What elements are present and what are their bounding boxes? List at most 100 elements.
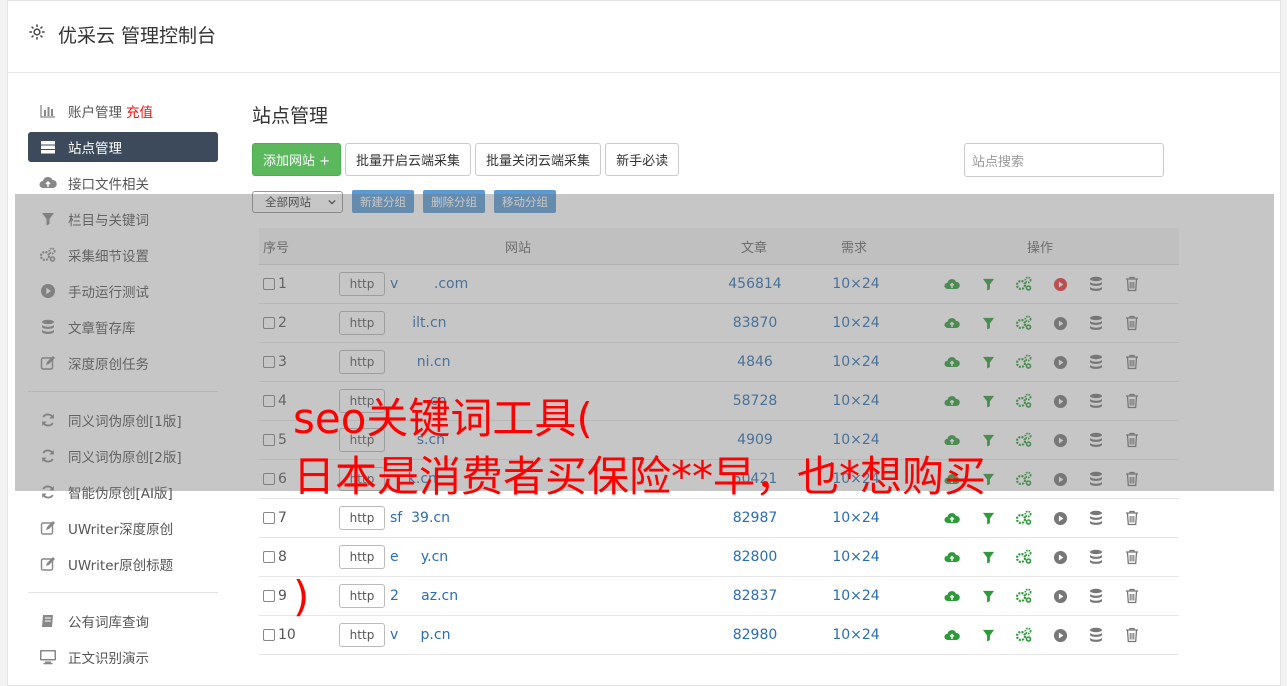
gears-icon[interactable] <box>1015 470 1033 488</box>
play-circle-icon[interactable] <box>1051 275 1069 293</box>
move-group-button[interactable]: 移动分组 <box>494 190 556 213</box>
cloud-upload-icon[interactable] <box>943 353 961 371</box>
gears-icon[interactable] <box>1015 275 1033 293</box>
site-domain-link[interactable]: v .com <box>390 276 468 292</box>
database-icon[interactable] <box>1087 275 1105 293</box>
cloud-upload-icon[interactable] <box>943 314 961 332</box>
play-circle-icon[interactable] <box>1051 431 1069 449</box>
filter-icon[interactable] <box>979 392 997 410</box>
database-icon[interactable] <box>1087 314 1105 332</box>
sidebar-item[interactable]: 同义词伪原创[2版] <box>28 438 218 474</box>
protocol-badge[interactable]: http <box>339 545 385 569</box>
sidebar-item[interactable]: 栏目与关键词 <box>28 201 218 237</box>
play-circle-icon[interactable] <box>1051 392 1069 410</box>
site-domain-link[interactable]: sf 39.cn <box>390 510 450 526</box>
row-checkbox[interactable] <box>263 551 275 563</box>
demand-link[interactable]: 10×24 <box>806 265 906 303</box>
trash-icon[interactable] <box>1123 626 1141 644</box>
article-count-link[interactable]: 82980 <box>705 616 805 654</box>
cloud-upload-icon[interactable] <box>943 275 961 293</box>
batch-close-cloud-button[interactable]: 批量关闭云端采集 <box>475 143 602 176</box>
trash-icon[interactable] <box>1123 470 1141 488</box>
row-checkbox[interactable] <box>263 278 275 290</box>
article-count-link[interactable]: 4846 <box>705 343 805 381</box>
demand-link[interactable]: 10×24 <box>806 616 906 654</box>
site-domain-link[interactable]: ni.cn <box>390 354 451 370</box>
sidebar-item[interactable]: 公有词库查询 <box>28 603 218 639</box>
sidebar-item[interactable]: 智能伪原创[AI版] <box>28 474 218 510</box>
database-icon[interactable] <box>1087 509 1105 527</box>
filter-icon[interactable] <box>979 548 997 566</box>
protocol-badge[interactable]: http <box>339 350 385 374</box>
row-checkbox[interactable] <box>263 512 275 524</box>
protocol-badge[interactable]: http <box>339 623 385 647</box>
database-icon[interactable] <box>1087 626 1105 644</box>
sidebar-item[interactable]: 账户管理 充值 <box>28 93 218 129</box>
site-domain-link[interactable]: v p.cn <box>390 627 450 643</box>
trash-icon[interactable] <box>1123 275 1141 293</box>
article-count-link[interactable]: 58728 <box>705 382 805 420</box>
newbie-guide-button[interactable]: 新手必读 <box>605 143 680 176</box>
filter-icon[interactable] <box>979 275 997 293</box>
gears-icon[interactable] <box>1015 587 1033 605</box>
row-checkbox[interactable] <box>263 629 275 641</box>
gears-icon[interactable] <box>1015 548 1033 566</box>
cloud-upload-icon[interactable] <box>943 626 961 644</box>
sidebar-item[interactable]: 站点管理 <box>28 132 218 162</box>
row-checkbox[interactable] <box>263 395 275 407</box>
play-circle-icon[interactable] <box>1051 626 1069 644</box>
sidebar-item[interactable]: 同义词伪原创[1版] <box>28 402 218 438</box>
article-count-link[interactable]: 456814 <box>705 265 805 303</box>
demand-link[interactable]: 10×24 <box>806 577 906 615</box>
trash-icon[interactable] <box>1123 548 1141 566</box>
row-checkbox[interactable] <box>263 590 275 602</box>
gears-icon[interactable] <box>1015 392 1033 410</box>
filter-icon[interactable] <box>979 587 997 605</box>
sidebar-item[interactable]: UWriter深度原创 <box>28 510 218 546</box>
filter-icon[interactable] <box>979 431 997 449</box>
site-domain-link[interactable]: e y.cn <box>390 549 448 565</box>
demand-link[interactable]: 10×24 <box>806 382 906 420</box>
article-count-link[interactable]: 82800 <box>705 538 805 576</box>
sidebar-item[interactable]: 正文识别演示 <box>28 639 218 675</box>
database-icon[interactable] <box>1087 587 1105 605</box>
play-circle-icon[interactable] <box>1051 509 1069 527</box>
site-domain-link[interactable]: ilt.cn <box>390 315 446 331</box>
cloud-upload-icon[interactable] <box>943 392 961 410</box>
play-circle-icon[interactable] <box>1051 353 1069 371</box>
play-circle-icon[interactable] <box>1051 470 1069 488</box>
demand-link[interactable]: 10×24 <box>806 538 906 576</box>
play-circle-icon[interactable] <box>1051 587 1069 605</box>
sidebar-item[interactable]: 文章暂存库 <box>28 309 218 345</box>
group-select[interactable]: 全部网站 <box>252 190 343 213</box>
database-icon[interactable] <box>1087 431 1105 449</box>
sidebar-item[interactable]: 深度原创任务 <box>28 345 218 381</box>
protocol-badge[interactable]: http <box>339 311 385 335</box>
demand-link[interactable]: 10×24 <box>806 304 906 342</box>
sidebar-item[interactable]: UWriter原创标题 <box>28 546 218 582</box>
row-checkbox[interactable] <box>263 356 275 368</box>
filter-icon[interactable] <box>979 509 997 527</box>
play-circle-icon[interactable] <box>1051 548 1069 566</box>
new-group-button[interactable]: 新建分组 <box>352 190 414 213</box>
database-icon[interactable] <box>1087 392 1105 410</box>
gears-icon[interactable] <box>1015 509 1033 527</box>
gears-icon[interactable] <box>1015 431 1033 449</box>
protocol-badge[interactable]: http <box>339 506 385 530</box>
sidebar-item[interactable]: 采集细节设置 <box>28 237 218 273</box>
row-checkbox[interactable] <box>263 434 275 446</box>
protocol-badge[interactable]: http <box>339 584 385 608</box>
trash-icon[interactable] <box>1123 353 1141 371</box>
demand-link[interactable]: 10×24 <box>806 499 906 537</box>
play-circle-icon[interactable] <box>1051 314 1069 332</box>
protocol-badge[interactable]: http <box>339 272 385 296</box>
gears-icon[interactable] <box>1015 626 1033 644</box>
article-count-link[interactable]: 82987 <box>705 499 805 537</box>
demand-link[interactable]: 10×24 <box>806 343 906 381</box>
trash-icon[interactable] <box>1123 587 1141 605</box>
recharge-link[interactable]: 充值 <box>126 101 153 121</box>
sidebar-item[interactable]: 手动运行测试 <box>28 273 218 309</box>
row-checkbox[interactable] <box>263 317 275 329</box>
filter-icon[interactable] <box>979 353 997 371</box>
database-icon[interactable] <box>1087 470 1105 488</box>
